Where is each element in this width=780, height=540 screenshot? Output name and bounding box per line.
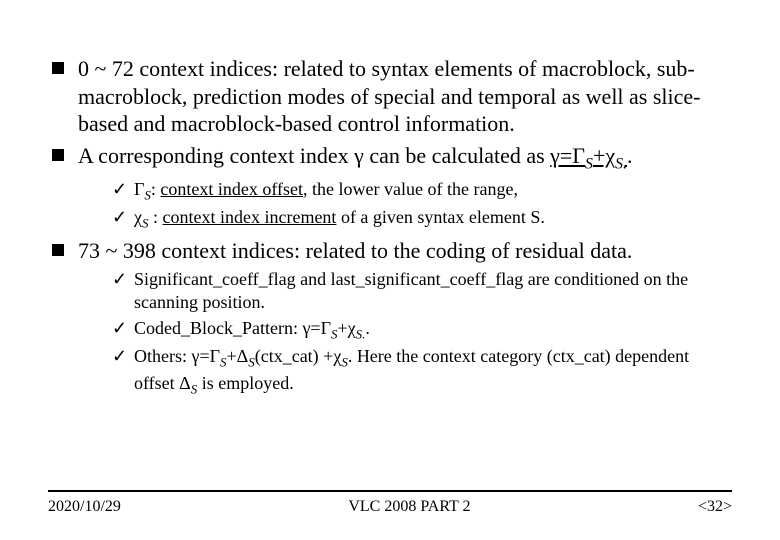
s2-underline: context index increment bbox=[163, 207, 337, 227]
s1-underline: context index offset bbox=[160, 179, 303, 199]
b2-gamma-eq-Gamma: γ=Γ bbox=[550, 143, 585, 168]
footer-divider bbox=[48, 490, 732, 492]
s2-pre: Coded_Block_Pattern: γ=Γ bbox=[134, 318, 331, 338]
sub2-item-2: Coded_Block_Pattern: γ=ΓS+χS.. bbox=[112, 317, 732, 343]
s1-rest: , the lower value of the range, bbox=[303, 179, 518, 199]
s3-pre: Others: γ=Γ bbox=[134, 346, 220, 366]
sub-list-2: Significant_coeff_flag and last_signific… bbox=[78, 268, 732, 398]
s2-dot: . bbox=[365, 318, 370, 338]
b2-dot: . bbox=[627, 143, 633, 168]
s2-colon: : bbox=[148, 207, 162, 227]
b2-sub-S1: S bbox=[585, 155, 593, 172]
footer-date: 2020/10/29 bbox=[48, 498, 121, 516]
bullet-3-text: 73 ~ 398 context indices: related to the… bbox=[78, 238, 632, 263]
s3-mid2: (ctx_cat) +χ bbox=[255, 346, 342, 366]
s3-mid1: +Δ bbox=[227, 346, 249, 366]
bullet-1-text: 0 ~ 72 context indices: related to synta… bbox=[78, 56, 701, 136]
footer-row: 2020/10/29 VLC 2008 PART 2 <32> bbox=[48, 498, 732, 516]
s3-sub-S4: S bbox=[191, 381, 197, 396]
bullet-item-1: 0 ~ 72 context indices: related to synta… bbox=[48, 55, 732, 138]
s1-sym: Γ bbox=[134, 179, 144, 199]
bullet-list: 0 ~ 72 context indices: related to synta… bbox=[48, 55, 732, 398]
sub2-s1: Significant_coeff_flag and last_signific… bbox=[134, 269, 688, 312]
footer-page: <32> bbox=[698, 498, 732, 516]
b2-sub-S2: S. bbox=[615, 155, 627, 172]
bullet-2-formula: γ=ΓS+χS. bbox=[550, 143, 627, 168]
s2-rest: of a given syntax element S. bbox=[336, 207, 544, 227]
sub2-item-3: Others: γ=ΓS+ΔS(ctx_cat) +χS. Here the c… bbox=[112, 345, 732, 398]
s2-sub-S2: S. bbox=[356, 326, 366, 341]
b2-plus-chi: +χ bbox=[593, 143, 615, 168]
s2-plus: +χ bbox=[337, 318, 355, 338]
sub2-item-1: Significant_coeff_flag and last_signific… bbox=[112, 268, 732, 315]
slide: 0 ~ 72 context indices: related to synta… bbox=[0, 0, 780, 540]
sub1-item-1: ΓS: context index offset, the lower valu… bbox=[112, 178, 732, 204]
sub-list-1: ΓS: context index offset, the lower valu… bbox=[78, 178, 732, 233]
sub1-item-2: χS : context index increment of a given … bbox=[112, 206, 732, 232]
footer-title: VLC 2008 PART 2 bbox=[348, 498, 470, 516]
s2-sym: χ bbox=[134, 207, 142, 227]
s1-colon: : bbox=[151, 179, 161, 199]
bullet-item-3: 73 ~ 398 context indices: related to the… bbox=[48, 237, 732, 399]
bullet-item-2: A corresponding context index γ can be c… bbox=[48, 142, 732, 233]
s3-rest2: is employed. bbox=[202, 373, 294, 393]
footer: 2020/10/29 VLC 2008 PART 2 <32> bbox=[48, 490, 732, 516]
bullet-2-pre: A corresponding context index γ can be c… bbox=[78, 143, 550, 168]
